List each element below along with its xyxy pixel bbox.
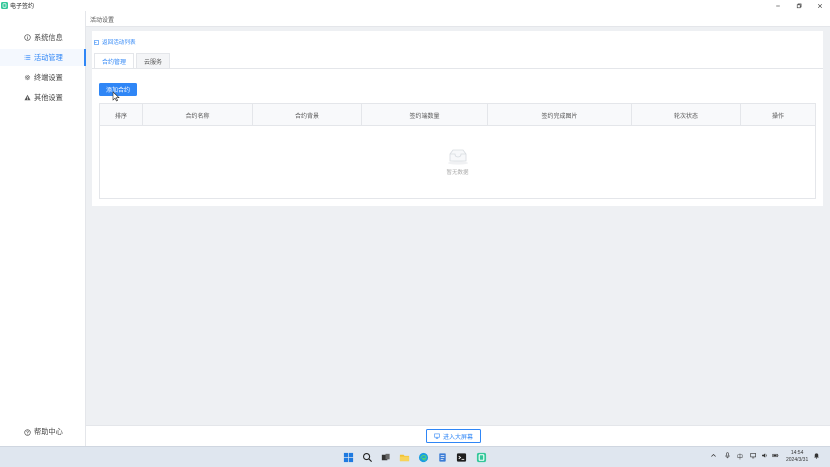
speaker-icon <box>762 453 767 458</box>
minimize-button[interactable] <box>767 0 788 11</box>
edge-browser-button[interactable] <box>417 451 429 463</box>
notifications-button[interactable] <box>813 452 820 459</box>
sidebar-item-label: 终端设置 <box>34 72 63 82</box>
terminal-button[interactable] <box>455 451 467 463</box>
column-header-contract-background: 合约背景 <box>253 104 362 126</box>
table-header: 排序 合约名称 合约背景 签约端数量 签约完成图片 轮次状态 操作 <box>100 104 815 126</box>
help-circle-icon <box>24 428 31 436</box>
folder-icon <box>399 454 409 461</box>
taskbar-clock[interactable]: 14:54 2024/3/31 <box>786 450 808 464</box>
notepad-button[interactable] <box>436 451 448 463</box>
input-method-indicator[interactable]: 中 <box>737 452 743 461</box>
sidebar-item-label: 活动管理 <box>34 52 63 62</box>
back-icon <box>94 39 99 45</box>
warning-icon <box>24 94 31 101</box>
sidebar-item-label: 其他设置 <box>34 92 63 102</box>
title-bar: 电子签约 <box>0 0 830 11</box>
tab-divider <box>92 68 823 69</box>
file-explorer-button[interactable] <box>398 451 410 463</box>
clock-time: 14:54 <box>790 450 804 456</box>
help-center-link[interactable]: 帮助中心 <box>24 427 63 437</box>
task-view-button[interactable] <box>379 451 391 463</box>
monitor-tray-icon <box>750 453 756 459</box>
start-button[interactable] <box>342 451 354 463</box>
table-empty-state: 暂无数据 <box>100 126 815 198</box>
restore-icon <box>796 3 801 8</box>
sidebar-item-label: 系统信息 <box>34 32 63 42</box>
window-title: 电子签约 <box>10 4 35 10</box>
footer-bar: 进入大屏幕 <box>86 425 830 446</box>
column-header-round-status: 轮次状态 <box>632 104 741 126</box>
sidebar: 系统信息 活动管理 终端设置 其他设置 帮助中心 <box>0 11 86 446</box>
back-to-activity-list-link[interactable]: 返回活动列表 <box>94 38 136 46</box>
input-method-label: 中 <box>737 455 744 461</box>
taskbar-search-button[interactable] <box>361 451 373 463</box>
gear-icon <box>24 74 31 81</box>
mouse-cursor-icon <box>112 91 120 102</box>
sidebar-item-activity-management[interactable]: 活动管理 <box>0 49 86 66</box>
microphone-icon <box>725 452 730 459</box>
list-icon <box>24 55 31 60</box>
column-header-order: 排序 <box>100 104 143 126</box>
page-header: 活动设置 <box>86 11 830 27</box>
search-icon <box>362 452 372 462</box>
empty-inbox-icon <box>447 149 468 165</box>
enter-big-screen-button[interactable]: 进入大屏幕 <box>426 429 481 443</box>
sidebar-item-other-settings[interactable]: 其他设置 <box>0 89 86 106</box>
close-icon <box>817 3 822 8</box>
volume-button[interactable] <box>761 452 768 459</box>
tab-contract-management[interactable]: 合约管理 <box>94 53 135 69</box>
empty-state-text: 暂无数据 <box>446 170 469 176</box>
taskbar: 中 14:54 2024/3/31 <box>0 446 830 467</box>
notepad-icon <box>438 452 446 462</box>
windows-logo-icon <box>343 452 353 462</box>
column-header-contract-name: 合约名称 <box>143 104 253 126</box>
tab-bar: 合约管理 云服务 <box>94 53 172 69</box>
content-panel: 返回活动列表 合约管理 云服务 添加合约 排序 合约名称 合约背景 签约端数量 … <box>92 31 823 206</box>
microphone-button[interactable] <box>724 452 731 459</box>
battery-button[interactable] <box>772 452 779 459</box>
e-signing-app-icon <box>476 452 486 462</box>
contract-table: 排序 合约名称 合约背景 签约端数量 签约完成图片 轮次状态 操作 暂无数据 <box>99 103 816 199</box>
column-header-completion-image: 签约完成图片 <box>488 104 632 126</box>
close-button[interactable] <box>809 0 830 11</box>
monitor-icon <box>434 433 440 439</box>
restore-button[interactable] <box>788 0 809 11</box>
battery-icon <box>772 453 779 458</box>
page-title: 活动设置 <box>90 18 115 24</box>
info-circle-icon <box>24 34 31 41</box>
task-view-icon <box>381 453 390 460</box>
sidebar-item-terminal-settings[interactable]: 终端设置 <box>0 69 86 86</box>
tray-app-button[interactable] <box>750 452 757 459</box>
clock-date: 2024/3/31 <box>786 457 809 463</box>
chevron-up-icon <box>711 453 716 457</box>
sidebar-item-system-info[interactable]: 系统信息 <box>0 29 86 46</box>
help-center-label: 帮助中心 <box>34 427 63 436</box>
terminal-icon <box>456 452 466 462</box>
tab-cloud-service[interactable]: 云服务 <box>136 53 171 69</box>
edge-browser-icon <box>418 452 428 462</box>
bell-icon <box>814 453 819 459</box>
column-header-actions: 操作 <box>771 113 784 120</box>
tray-chevron-button[interactable] <box>710 452 717 459</box>
minimize-icon <box>775 5 780 6</box>
back-link-label: 返回活动列表 <box>102 40 136 46</box>
window-controls <box>767 0 830 11</box>
enter-big-screen-label: 进入大屏幕 <box>442 434 473 441</box>
e-signing-app-button[interactable] <box>475 451 487 463</box>
column-header-signing-terminal-count: 签约端数量 <box>362 104 488 126</box>
app-logo-icon <box>1 2 8 9</box>
